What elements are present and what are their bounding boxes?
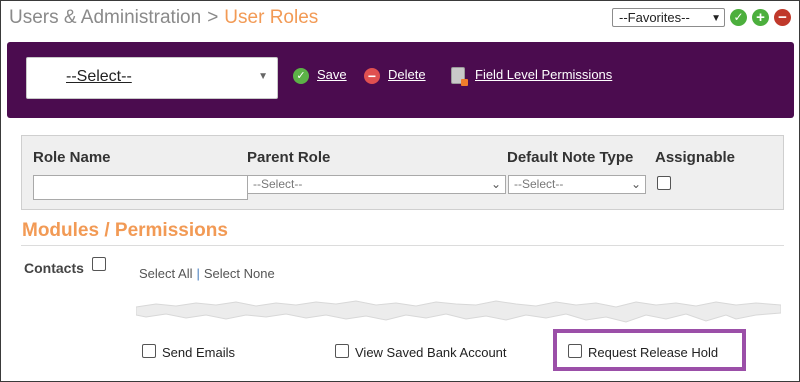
send-emails-checkbox[interactable] [142, 344, 156, 358]
assignable-checkbox[interactable] [657, 176, 671, 190]
parent-role-value: --Select-- [253, 177, 303, 191]
role-select[interactable]: --Select-- ▼ [26, 57, 278, 99]
toolbar: --Select-- ▼ ✓ Save − Delete Field Level… [7, 42, 794, 118]
chevron-down-icon: ⌄ [630, 177, 641, 191]
send-emails-permission[interactable]: Send Emails [142, 343, 262, 361]
section-divider [21, 245, 784, 246]
view-saved-bank-account-permission[interactable]: View Saved Bank Account [335, 343, 535, 361]
contacts-module-label: Contacts [24, 260, 84, 276]
delete-button-label: Delete [388, 67, 426, 82]
breadcrumb-current: User Roles [224, 7, 319, 28]
favorites-select[interactable]: --Favorites-- ▼ [612, 8, 725, 27]
favorites-select-value: --Favorites-- [619, 10, 690, 25]
role-name-label: Role Name [33, 149, 111, 166]
minus-circle-icon[interactable]: − [774, 9, 791, 26]
check-circle-icon[interactable]: ✓ [730, 9, 747, 26]
contacts-module-checkbox[interactable] [92, 257, 106, 271]
default-note-type-value: --Select-- [514, 177, 564, 191]
app-window: Users & Administration > User Roles --Favo… [0, 0, 800, 382]
parent-role-label: Parent Role [247, 149, 331, 166]
select-links-separator: | [196, 266, 200, 281]
save-button[interactable]: ✓ Save [293, 66, 363, 86]
role-select-value: --Select-- [66, 68, 132, 85]
save-button-label: Save [317, 67, 347, 82]
select-all-link[interactable]: Select All [139, 266, 192, 281]
view-saved-bank-account-label: View Saved Bank Account [355, 345, 507, 360]
default-note-type-label: Default Note Type [507, 149, 634, 166]
request-release-hold-permission[interactable]: Request Release Hold [568, 343, 738, 361]
role-name-input[interactable] [33, 175, 248, 200]
chevron-down-icon: ▼ [711, 13, 721, 24]
delete-button[interactable]: − Delete [364, 66, 444, 86]
parent-role-select[interactable]: --Select-- ⌄ [247, 175, 506, 194]
breadcrumb: Users & Administration > User Roles [9, 7, 318, 29]
field-level-permissions-label: Field Level Permissions [475, 67, 613, 82]
select-links: Select All | Select None [139, 266, 275, 281]
send-emails-label: Send Emails [162, 345, 235, 360]
minus-circle-icon: − [364, 68, 380, 84]
document-permissions-icon [451, 67, 468, 86]
assignable-label: Assignable [655, 149, 736, 166]
chevron-down-icon: ⌄ [490, 177, 501, 191]
chevron-down-icon: ▼ [258, 71, 268, 82]
breadcrumb-separator: > [207, 7, 219, 28]
request-release-hold-checkbox[interactable] [568, 344, 582, 358]
torn-edge-divider [136, 300, 781, 323]
view-saved-bank-account-checkbox[interactable] [335, 344, 349, 358]
default-note-type-select[interactable]: --Select-- ⌄ [508, 175, 646, 194]
modules-permissions-title: Modules / Permissions [22, 220, 228, 241]
breadcrumb-parent[interactable]: Users & Administration [9, 7, 201, 28]
role-form: Role Name Parent Role Default Note Type … [21, 135, 784, 210]
select-none-link[interactable]: Select None [204, 266, 275, 281]
request-release-hold-label: Request Release Hold [588, 345, 719, 360]
page-header: Users & Administration > User Roles --Favo… [1, 1, 799, 39]
plus-circle-icon[interactable]: + [752, 9, 769, 26]
check-circle-icon: ✓ [293, 68, 309, 84]
field-level-permissions-button[interactable]: Field Level Permissions [451, 66, 631, 86]
